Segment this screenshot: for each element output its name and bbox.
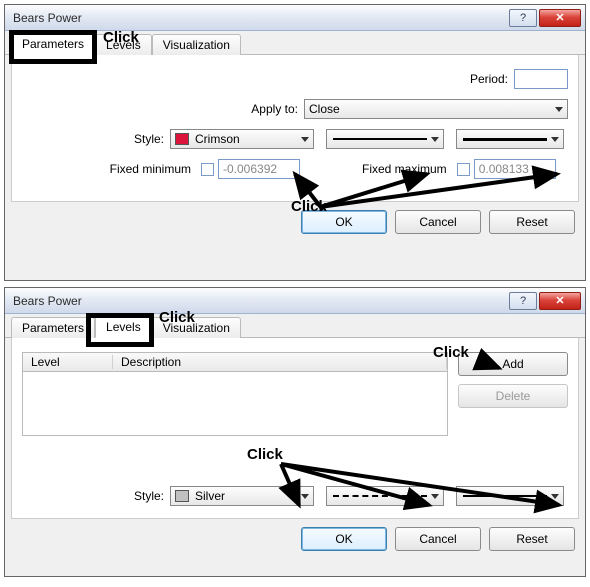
chevron-down-icon: [301, 137, 309, 142]
fixed-min-label: Fixed minimum: [22, 162, 197, 176]
add-button[interactable]: Add: [458, 352, 568, 376]
style-width-combo[interactable]: [456, 129, 564, 149]
style-color-value: Crimson: [195, 132, 240, 146]
dialog-button-row: OK Cancel Reset: [5, 519, 585, 561]
close-icon: ✕: [555, 294, 564, 307]
fixed-max-checkbox[interactable]: [457, 163, 470, 176]
tab-parameters[interactable]: Parameters: [11, 317, 95, 338]
tab-levels[interactable]: Levels: [95, 34, 152, 55]
close-button[interactable]: ✕: [539, 9, 581, 27]
panel-levels: Level Description Add Delete Style: Silv…: [11, 338, 579, 519]
tab-levels[interactable]: Levels: [95, 316, 152, 338]
help-button[interactable]: ?: [509, 9, 537, 27]
apply-to-label: Apply to:: [22, 102, 304, 116]
line-width-preview-icon: [463, 138, 547, 141]
style-color-value: Silver: [195, 489, 225, 503]
fixed-max-input[interactable]: [474, 159, 556, 179]
style-line-combo[interactable]: [326, 486, 444, 506]
tabstrip: Parameters Levels Visualization: [5, 33, 585, 55]
chevron-down-icon: [551, 494, 559, 499]
fixed-min-checkbox[interactable]: [201, 163, 214, 176]
color-swatch-icon: [175, 490, 189, 502]
reset-button[interactable]: Reset: [489, 527, 575, 551]
col-level: Level: [23, 355, 113, 369]
tab-visualization[interactable]: Visualization: [152, 317, 241, 338]
cancel-button[interactable]: Cancel: [395, 210, 481, 234]
style-label: Style:: [22, 489, 170, 503]
style-line-combo[interactable]: [326, 129, 444, 149]
reset-button[interactable]: Reset: [489, 210, 575, 234]
style-label: Style:: [22, 132, 170, 146]
help-icon: ?: [520, 12, 526, 24]
tabstrip: Parameters Levels Visualization: [5, 316, 585, 338]
line-width-preview-icon: [463, 495, 547, 497]
window-title: Bears Power: [13, 294, 507, 308]
style-color-combo[interactable]: Crimson: [170, 129, 314, 149]
ok-button[interactable]: OK: [301, 210, 387, 234]
col-description: Description: [113, 355, 447, 369]
fixed-min-input[interactable]: [218, 159, 300, 179]
apply-to-combo[interactable]: Close: [304, 99, 568, 119]
chevron-down-icon: [555, 107, 563, 112]
levels-table-body[interactable]: [22, 372, 448, 436]
chevron-down-icon: [301, 494, 309, 499]
dialog-button-row: OK Cancel Reset: [5, 202, 585, 244]
line-dash-preview-icon: [333, 495, 427, 497]
dialog-bears-power-parameters: Bears Power ? ✕ Parameters Levels Visual…: [4, 4, 586, 281]
line-preview-icon: [333, 138, 427, 140]
help-button[interactable]: ?: [509, 292, 537, 310]
tab-visualization[interactable]: Visualization: [152, 34, 241, 55]
levels-table-header: Level Description: [22, 352, 448, 372]
close-button[interactable]: ✕: [539, 292, 581, 310]
cancel-button[interactable]: Cancel: [395, 527, 481, 551]
style-width-combo[interactable]: [456, 486, 564, 506]
chevron-down-icon: [431, 137, 439, 142]
chevron-down-icon: [431, 494, 439, 499]
help-icon: ?: [520, 295, 526, 307]
panel-parameters: Period: Apply to: Close Style: Crimson: [11, 55, 579, 202]
ok-button[interactable]: OK: [301, 527, 387, 551]
period-label: Period:: [470, 72, 514, 86]
tab-parameters[interactable]: Parameters: [11, 33, 95, 55]
period-input[interactable]: [514, 69, 568, 89]
dialog-bears-power-levels: Bears Power ? ✕ Parameters Levels Visual…: [4, 287, 586, 577]
close-icon: ✕: [555, 11, 564, 24]
titlebar[interactable]: Bears Power ? ✕: [5, 5, 585, 31]
style-color-combo[interactable]: Silver: [170, 486, 314, 506]
color-swatch-icon: [175, 133, 189, 145]
fixed-max-label: Fixed maximum: [362, 162, 453, 176]
titlebar[interactable]: Bears Power ? ✕: [5, 288, 585, 314]
delete-button[interactable]: Delete: [458, 384, 568, 408]
chevron-down-icon: [551, 137, 559, 142]
window-title: Bears Power: [13, 11, 507, 25]
apply-to-value: Close: [309, 102, 340, 116]
